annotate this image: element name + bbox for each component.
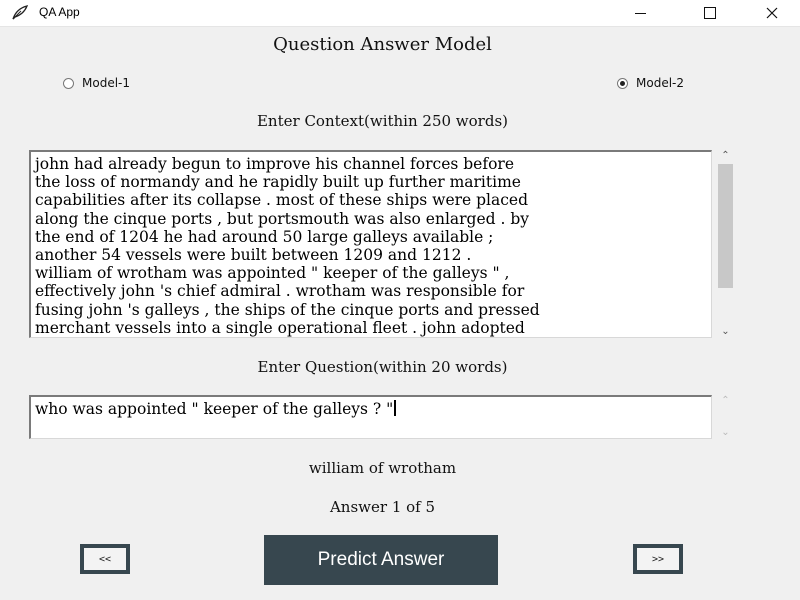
scroll-up-icon[interactable]: ⌃ (717, 395, 734, 407)
feather-app-icon (12, 5, 29, 20)
question-input[interactable]: who was appointed " keeper of the galley… (29, 395, 712, 439)
context-label: Enter Context(within 250 words) (256, 112, 508, 130)
scroll-down-icon[interactable]: ⌄ (717, 427, 734, 439)
context-line: capabilities after its collapse . most o… (35, 191, 529, 210)
model-1-radio[interactable]: Model-1 (63, 76, 130, 90)
answer-text: william of wrotham (308, 459, 457, 477)
answer-counter: Answer 1 of 5 (329, 498, 436, 516)
context-line: the end of 1204 he had around 50 large g… (35, 227, 494, 246)
text-caret (394, 400, 397, 416)
maximize-icon (704, 7, 716, 19)
context-scrollbar[interactable]: ⌃ ⌄ (717, 150, 734, 338)
title-bar: QA App (0, 0, 800, 27)
context-line: william of wrotham was appointed " keepe… (35, 264, 510, 283)
minimize-icon (634, 12, 646, 14)
context-line: another 54 vessels were built between 12… (35, 246, 472, 265)
previous-answer-button[interactable]: << (80, 544, 130, 574)
scroll-down-icon[interactable]: ⌄ (717, 326, 734, 338)
radio-unchecked-icon (63, 77, 74, 89)
question-scrollbar[interactable]: ⌃ ⌄ (717, 395, 734, 439)
predict-answer-button[interactable]: Predict Answer (264, 535, 498, 585)
close-button[interactable] (749, 0, 795, 26)
scroll-up-icon[interactable]: ⌃ (717, 150, 734, 162)
context-line: effectively john 's chief admiral . wrot… (35, 282, 525, 301)
context-line: the loss of normandy and he rapidly buil… (35, 173, 521, 192)
context-line: along the cinque ports , but portsmouth … (35, 209, 530, 228)
radio-checked-icon (617, 77, 628, 89)
next-answer-button[interactable]: >> (633, 544, 683, 574)
window-title: QA App (39, 5, 80, 19)
model-1-label: Model-1 (82, 76, 130, 90)
next-label: >> (637, 548, 679, 570)
model-2-label: Model-2 (636, 76, 684, 90)
page-title: Question Answer Model (273, 34, 492, 55)
scrollbar-thumb[interactable] (718, 164, 733, 288)
context-line: merchant vessels into a single operation… (35, 318, 525, 337)
context-line: john had already begun to improve his ch… (35, 155, 515, 173)
model-2-radio[interactable]: Model-2 (617, 76, 684, 90)
close-icon (766, 7, 778, 19)
context-line: fusing john 's galleys , the ships of th… (35, 300, 540, 319)
question-text: who was appointed " keeper of the galley… (35, 400, 394, 418)
minimize-button[interactable] (617, 0, 663, 26)
previous-label: << (84, 548, 126, 570)
context-textarea[interactable]: john had already begun to improve his ch… (29, 150, 712, 338)
maximize-button[interactable] (687, 0, 733, 26)
question-label: Enter Question(within 20 words) (257, 358, 508, 376)
